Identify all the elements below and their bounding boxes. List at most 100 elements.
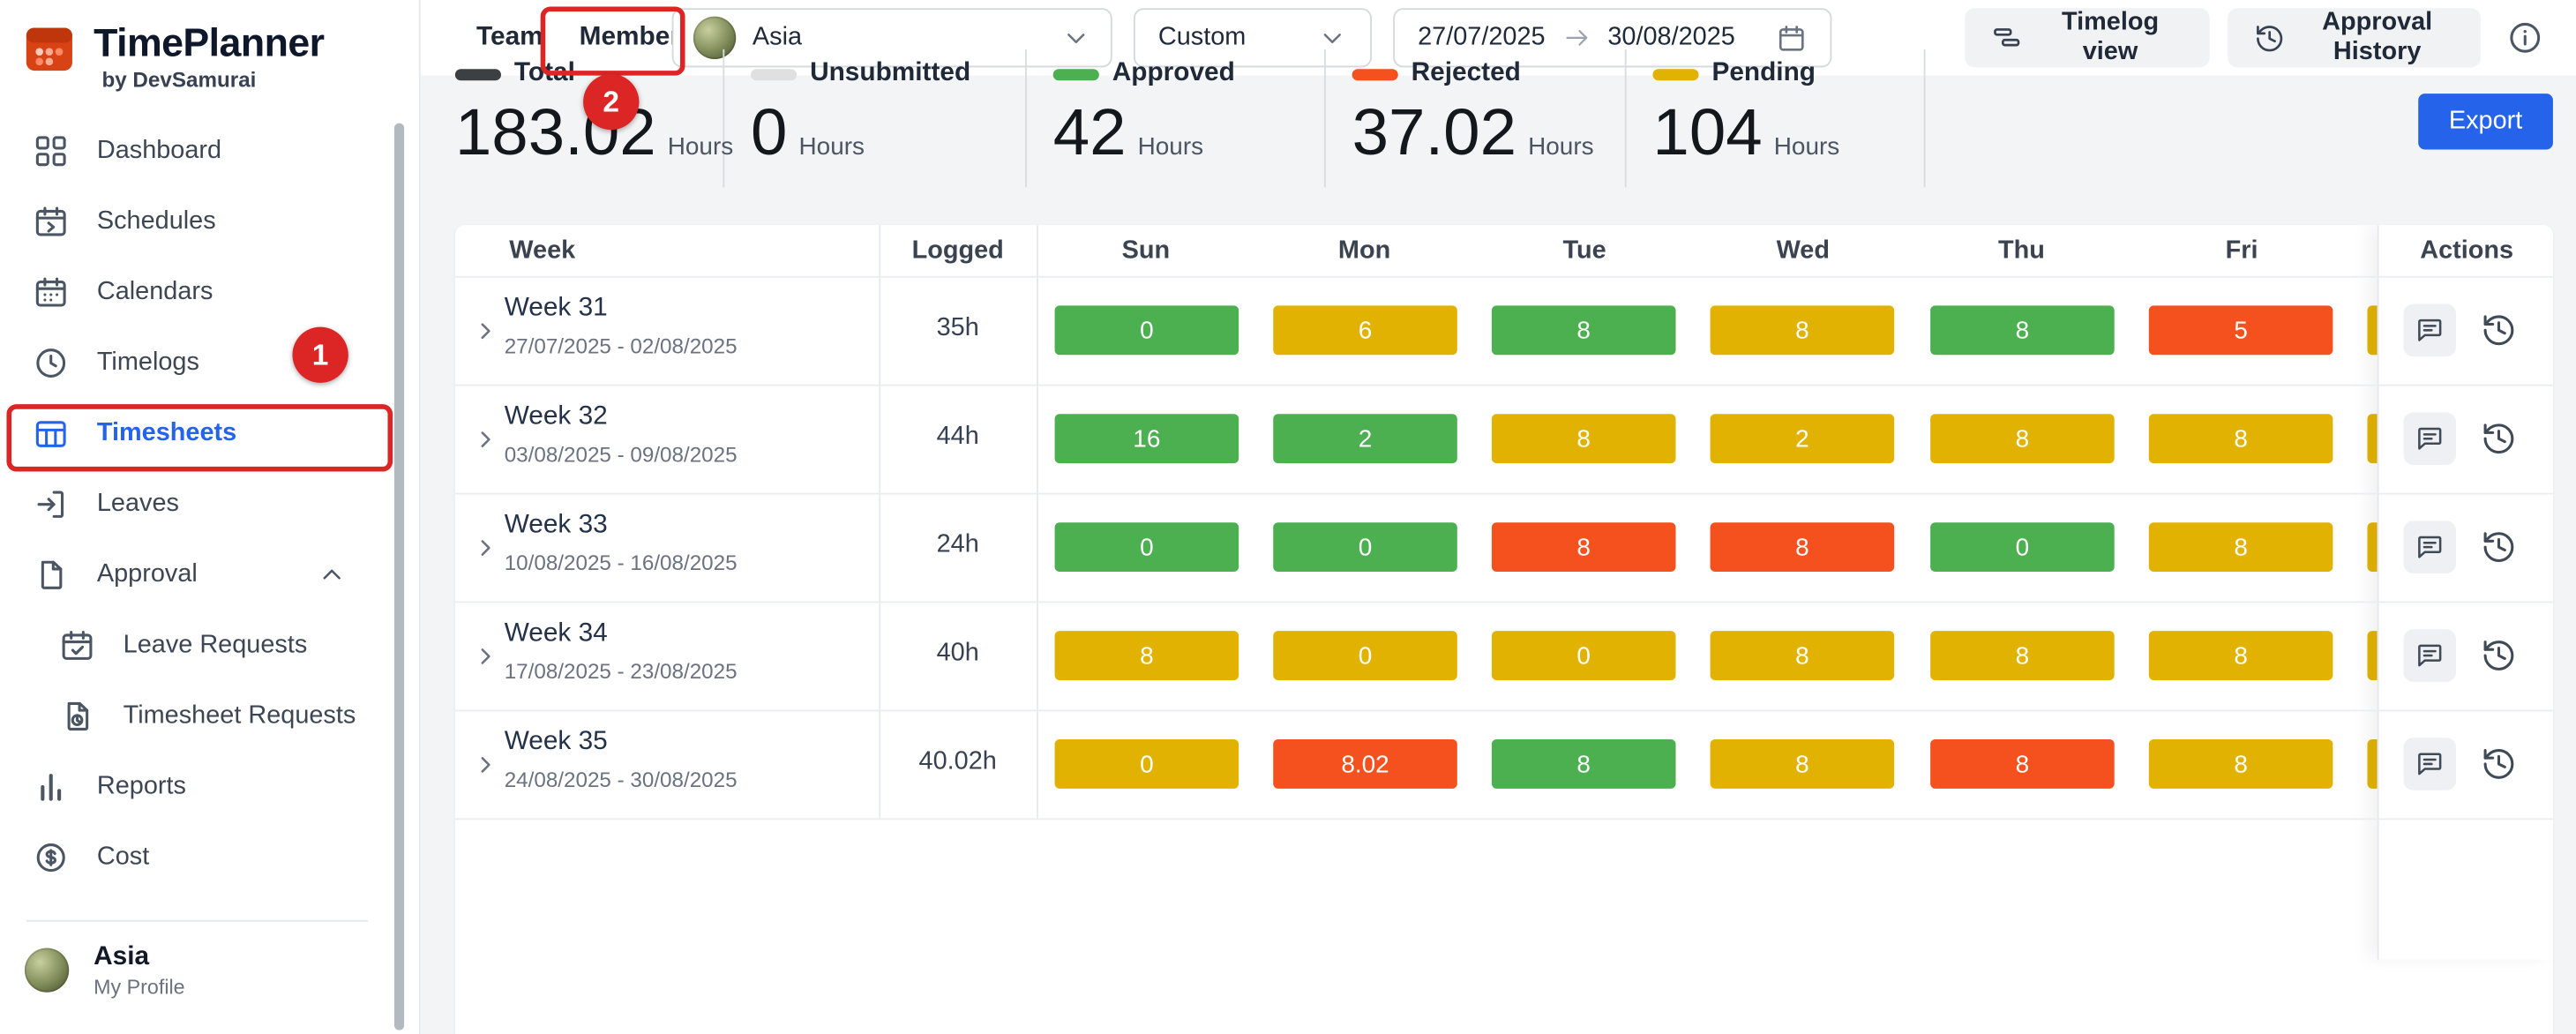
info-icon[interactable] (2507, 19, 2543, 56)
day-hours-cell[interactable]: 16 (1055, 414, 1239, 463)
day-hours-cell[interactable]: 8 (1492, 305, 1676, 355)
day-hours-cell[interactable]: 0 (1055, 522, 1239, 572)
sidebar-item-label: Timesheet Requests (124, 701, 356, 731)
comment-button[interactable] (2403, 629, 2456, 682)
stat-color-chip (455, 68, 501, 79)
day-hours-cell[interactable]: 8 (1055, 631, 1239, 680)
day-hours-cell[interactable]: 8 (1930, 631, 2115, 680)
expand-row-button[interactable] (465, 311, 505, 350)
comment-icon (2415, 641, 2445, 671)
history-button[interactable] (2473, 738, 2526, 790)
day-hours-cell[interactable]: 2 (1711, 414, 1895, 463)
comment-button[interactable] (2403, 521, 2456, 573)
day-hours-cell[interactable]: 8 (1930, 414, 2115, 463)
profile-avatar (25, 948, 69, 993)
day-hours-cell[interactable]: 8 (1492, 414, 1676, 463)
export-button[interactable]: Export (2418, 94, 2553, 149)
day-hours-cell[interactable] (2367, 739, 2377, 789)
day-hours-cell[interactable] (2367, 305, 2377, 355)
day-hours-cell[interactable]: 8 (1930, 305, 2115, 355)
week-date-range: 17/08/2025 - 23/08/2025 (505, 659, 738, 684)
comment-button[interactable] (2403, 412, 2456, 465)
app-logo[interactable]: TimePlanner by DevSamurai (23, 23, 324, 92)
day-hours-cell[interactable]: 8 (1492, 522, 1676, 572)
day-hours-cell[interactable]: 0 (1055, 739, 1239, 789)
actions-column: Actions (2378, 225, 2553, 959)
stat-label: Pending (1711, 59, 1816, 89)
day-hours-cell[interactable]: 8 (1711, 305, 1895, 355)
day-hours-cell[interactable]: 8 (2149, 739, 2333, 789)
day-hours-cell[interactable]: 8 (1492, 739, 1676, 789)
day-hours-cell[interactable]: 0 (1273, 631, 1457, 680)
history-icon (2481, 638, 2517, 674)
day-hours-cell[interactable]: 0 (1930, 522, 2115, 572)
day-hours-cell[interactable]: 8.02 (1273, 739, 1457, 789)
sidebar-item-leave-requests[interactable]: Leave Requests (0, 610, 419, 680)
sidebar-item-leaves[interactable]: Leaves (0, 468, 419, 539)
stat-color-chip (751, 68, 797, 79)
main-content: Team Member Asia Custom 27/07/2025 30/08… (419, 0, 2576, 1034)
day-hours-cell[interactable]: 0 (1055, 305, 1239, 355)
comment-button[interactable] (2403, 738, 2456, 790)
app-subtitle: by DevSamurai (94, 67, 324, 92)
day-hours-cell[interactable]: 6 (1273, 305, 1457, 355)
leaves-icon (33, 485, 69, 521)
expand-row-button[interactable] (465, 419, 505, 459)
logged-hours: 40.02h (879, 747, 1037, 777)
day-hours-cell[interactable]: 8 (2149, 414, 2333, 463)
history-button[interactable] (2473, 304, 2526, 357)
sidebar-item-reports[interactable]: Reports (0, 751, 419, 821)
day-hours-cell[interactable]: 2 (1273, 414, 1457, 463)
day-hours-cell[interactable]: 8 (1711, 739, 1895, 789)
row-divider (455, 602, 2553, 603)
sidebar-item-timesheets[interactable]: Timesheets (0, 398, 419, 468)
sidebar-item-timelogs[interactable]: Timelogs (0, 327, 419, 398)
day-hours-cell[interactable]: 8 (2149, 631, 2333, 680)
day-hours-cell[interactable]: 0 (1273, 522, 1457, 572)
day-hours-cell[interactable] (2367, 631, 2377, 680)
history-button[interactable] (2473, 629, 2526, 682)
sidebar-item-label: Leave Requests (124, 630, 308, 660)
sidebar-item-cost[interactable]: Cost (0, 821, 419, 892)
leave-requests-icon (59, 626, 95, 663)
sidebar-item-timesheet-requests[interactable]: Timesheet Requests (0, 680, 419, 751)
member-select-value: Asia (753, 23, 802, 53)
annotation-step-2: 2 (583, 74, 639, 130)
day-hours-cell[interactable]: 8 (1711, 631, 1895, 680)
expand-row-button[interactable] (465, 745, 505, 784)
row-divider (455, 818, 2553, 820)
sidebar-item-schedules[interactable]: Schedules (0, 185, 419, 256)
days-columns: SunMonTueWedThuFri 068885162828800880880… (1037, 225, 2378, 959)
arrow-right-icon (1561, 23, 1591, 53)
day-hours-cell[interactable]: 8 (1930, 739, 2115, 789)
sidebar: TimePlanner by DevSamurai DashboardSched… (0, 0, 421, 1034)
expand-row-button[interactable] (465, 636, 505, 676)
app-stage: TimePlanner by DevSamurai DashboardSched… (0, 0, 2576, 1034)
approval-history-button[interactable]: Approval History (2228, 8, 2481, 67)
profile[interactable]: Asia My Profile (25, 941, 185, 1000)
day-hours-cell[interactable] (2367, 414, 2377, 463)
stat-label: Total (514, 59, 575, 89)
expand-row-button[interactable] (465, 528, 505, 567)
stat-color-chip (1352, 68, 1398, 79)
day-hours-cell[interactable] (2367, 522, 2377, 572)
day-hours-cell[interactable]: 8 (2149, 522, 2333, 572)
history-button[interactable] (2473, 521, 2526, 573)
timelog-view-label: Timelog view (2037, 8, 2183, 67)
day-hours-cell[interactable]: 5 (2149, 305, 2333, 355)
week-title: Week 33 (505, 511, 608, 541)
sidebar-item-calendars[interactable]: Calendars (0, 257, 419, 327)
timesheet-requests-icon (59, 698, 95, 734)
timelog-view-button[interactable]: Timelog view (1965, 8, 2209, 67)
comment-button[interactable] (2403, 304, 2456, 357)
row-divider (455, 385, 2553, 386)
sidebar-scrollbar[interactable] (394, 124, 404, 1030)
history-button[interactable] (2473, 412, 2526, 465)
chevron-up-icon[interactable] (317, 559, 347, 589)
sidebar-item-approval[interactable]: Approval (0, 539, 419, 610)
day-hours-cell[interactable]: 8 (1711, 522, 1895, 572)
history-icon (2481, 529, 2517, 566)
col-header-thu: Thu (1913, 225, 2131, 276)
day-hours-cell[interactable]: 0 (1492, 631, 1676, 680)
sidebar-item-dashboard[interactable]: Dashboard (0, 115, 419, 185)
